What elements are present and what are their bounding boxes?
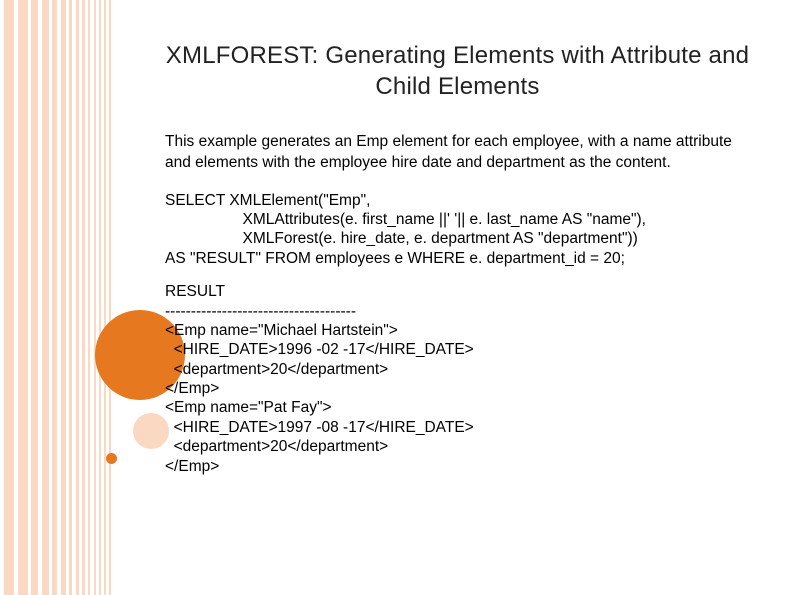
decorative-circle-medium: [133, 413, 169, 449]
decorative-circle-small: [106, 453, 117, 464]
result-output: RESULT ---------------------------------…: [165, 282, 750, 476]
sql-code-block: SELECT XMLElement("Emp", XMLAttributes(e…: [165, 191, 750, 269]
description-text: This example generates an Emp element fo…: [165, 132, 750, 172]
slide-title: XMLFOREST: Generating Elements with Attr…: [165, 40, 750, 102]
decorative-stripes: [0, 0, 140, 595]
slide-content: XMLFOREST: Generating Elements with Attr…: [165, 40, 750, 476]
